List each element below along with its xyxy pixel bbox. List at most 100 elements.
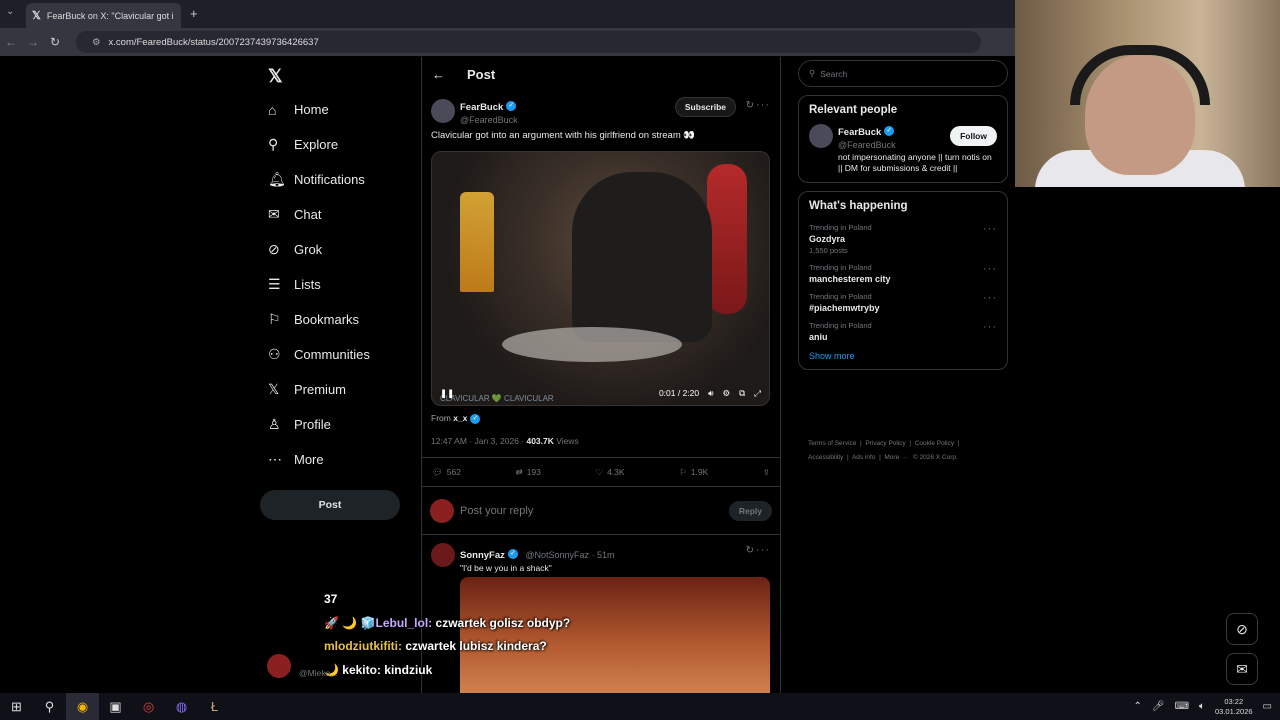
like-action[interactable]: ♡ 4.3K [595,467,624,478]
browser-tab[interactable]: 𝕏 FearBuck on X: "Clavicular got i ✕ [26,3,181,28]
author-avatar[interactable] [431,99,455,123]
mic-icon[interactable]: 🎤︎ [1152,701,1165,712]
subscribe-button[interactable]: Subscribe [674,97,736,117]
nav-label: Profile [294,417,331,432]
tab-close-icon[interactable]: ✕ [180,9,181,22]
account-avatar[interactable] [267,654,291,678]
user-avatar[interactable] [430,498,454,523]
search-placeholder: Search [820,68,848,79]
reload-icon[interactable]: ↻ [44,35,66,49]
cookie-link[interactable]: Cookie Policy [915,440,954,447]
reply-more-icon[interactable]: ··· [756,544,770,556]
nav-more[interactable]: ⋯ More [262,442,412,477]
grok-analyze-icon[interactable]: ↻ [746,545,754,556]
trend-more-icon[interactable]: ··· [983,321,997,333]
views-count: 403.7K [526,436,554,446]
person-avatar[interactable] [809,124,833,148]
search-input[interactable]: ⚲ Search [798,60,1008,87]
nav-profile[interactable]: ♙ Profile [262,407,412,442]
forward-icon[interactable]: → [22,35,44,49]
reply-action[interactable]: 💬︎ 562 [432,467,461,478]
comment-icon: 💬︎ [432,466,443,477]
volume-icon[interactable]: 🔊︎ [708,388,713,399]
grok-fab-icon[interactable]: ⊘ [1226,613,1258,645]
repost-action[interactable]: ⇄ 193 [516,467,541,478]
url-field[interactable]: ⚙ x.com/FearedBuck/status/20072374397364… [76,31,981,53]
nav-chat[interactable]: ✉ Chat [262,197,412,232]
trend-more-icon[interactable]: ··· [983,292,997,304]
author-name[interactable]: FearBuck [460,102,503,113]
notifications-icon[interactable]: ▭ [1263,701,1272,712]
trend-item[interactable]: Trending in Poland Gozdyra 1,550 posts ·… [809,218,997,258]
pip-icon[interactable]: ⧉ [739,388,745,399]
trend-item[interactable]: Trending in Poland #piachemwtryby ··· [809,287,997,316]
chat-line: 🌙 kekito: kindziuk [324,659,570,683]
terms-link[interactable]: Terms of Service [808,440,856,447]
windows-start-icon[interactable]: ⊞ [0,693,33,720]
nav-explore[interactable]: ⚲ Explore [262,127,412,162]
volume-icon[interactable]: 🔈︎ [1199,701,1205,712]
show-more-link[interactable]: Show more [809,351,997,361]
tab-list-icon[interactable]: ⌄ [6,6,14,17]
accessibility-link[interactable]: Accessibility [808,454,843,461]
trend-more-icon[interactable]: ··· [983,263,997,275]
network-icon[interactable]: ⌨ [1175,701,1189,712]
chrome-icon[interactable]: ◉ [66,693,99,720]
nav-home[interactable]: ⌂ Home [262,92,412,127]
post-author[interactable]: FearBuck ✓ @FearedBuck [431,97,518,125]
account-handle[interactable]: @Mleko... [299,668,337,678]
windows-taskbar: ⊞ ⚲ ◉ ▣ ◎ ◍ Ł ⌃ 🎤︎ ⌨ 🔈︎ 03:22 03.01.2026… [0,693,1280,720]
nav-grok[interactable]: ⊘ Grok [262,232,412,267]
nav-communities[interactable]: ⚇ Communities [262,337,412,372]
person-handle[interactable]: @FearedBuck [838,140,896,150]
person-name[interactable]: FearBuck [838,127,881,138]
reply-avatar[interactable] [431,543,455,567]
privacy-link[interactable]: Privacy Policy [865,440,905,447]
page-title: Post [467,66,496,82]
new-tab-icon[interactable]: + [190,6,198,21]
video-player[interactable]: CLAVICULAR 💚 CLAVICULAR ❚❚ 0:01 / 2:20 🔊… [431,151,770,406]
repost-icon: ⇄ [515,466,523,477]
league-icon[interactable]: Ł [198,693,231,720]
share-icon[interactable]: ⇪ [763,467,770,478]
nav-premium[interactable]: 𝕏 Premium [262,372,412,407]
back-arrow-icon[interactable]: ← [432,67,445,82]
reply-input[interactable]: Post your reply [460,505,723,517]
bookmark-action[interactable]: ⚐ 1.9K [679,467,708,478]
app-icon[interactable]: ▣ [99,693,132,720]
clock[interactable]: 03:22 03.01.2026 [1215,697,1253,717]
taskbar-search-icon[interactable]: ⚲ [33,693,66,720]
trend-name: #piachemwtryby [809,303,880,313]
site-info-icon[interactable]: ⚙ [92,37,101,48]
reply-author-name[interactable]: SonnyFaz [460,550,505,561]
nav-notifications[interactable]: 🔔︎ Notifications [262,162,412,197]
grok-analyze-icon[interactable]: ↻ [746,100,754,111]
discord-icon[interactable]: ◍ [165,693,198,720]
nav-label: Bookmarks [294,312,360,327]
reply-author-handle[interactable]: @NotSonnyFaz · 51m [525,550,614,560]
messages-fab-icon[interactable]: ✉ [1226,653,1258,685]
trend-more-icon[interactable]: ··· [983,223,997,235]
nav-label: Communities [294,347,370,362]
post-timestamp[interactable]: 12:47 AM · Jan 3, 2026 · [431,436,524,446]
fullscreen-icon[interactable]: ⤢ [754,388,761,399]
follow-button[interactable]: Follow [950,126,997,146]
nav-bookmarks[interactable]: ⚐ Bookmarks [262,302,412,337]
ads-info-link[interactable]: Ads info [852,454,876,461]
obs-icon[interactable]: ◎ [132,693,165,720]
back-icon[interactable]: ← [0,35,22,49]
post-more-icon[interactable]: ··· [756,99,770,111]
settings-icon[interactable]: ⚙ [722,388,730,399]
trend-item[interactable]: Trending in Poland aniu ··· [809,316,997,345]
nav-lists[interactable]: ☰ Lists [262,267,412,302]
pause-icon[interactable]: ❚❚ [440,388,454,399]
post-button[interactable]: Post [260,490,400,520]
nav-label: Grok [294,242,323,257]
reply-button[interactable]: Reply [728,500,772,521]
more-link[interactable]: More ··· [884,454,907,461]
author-handle[interactable]: @FearedBuck [460,115,518,125]
trend-item[interactable]: Trending in Poland manchesterem city ··· [809,258,997,287]
x-logo-icon[interactable]: 𝕏 [268,66,283,87]
from-user[interactable]: x_x [453,413,467,423]
tray-chevron-icon[interactable]: ⌃ [1133,701,1141,712]
